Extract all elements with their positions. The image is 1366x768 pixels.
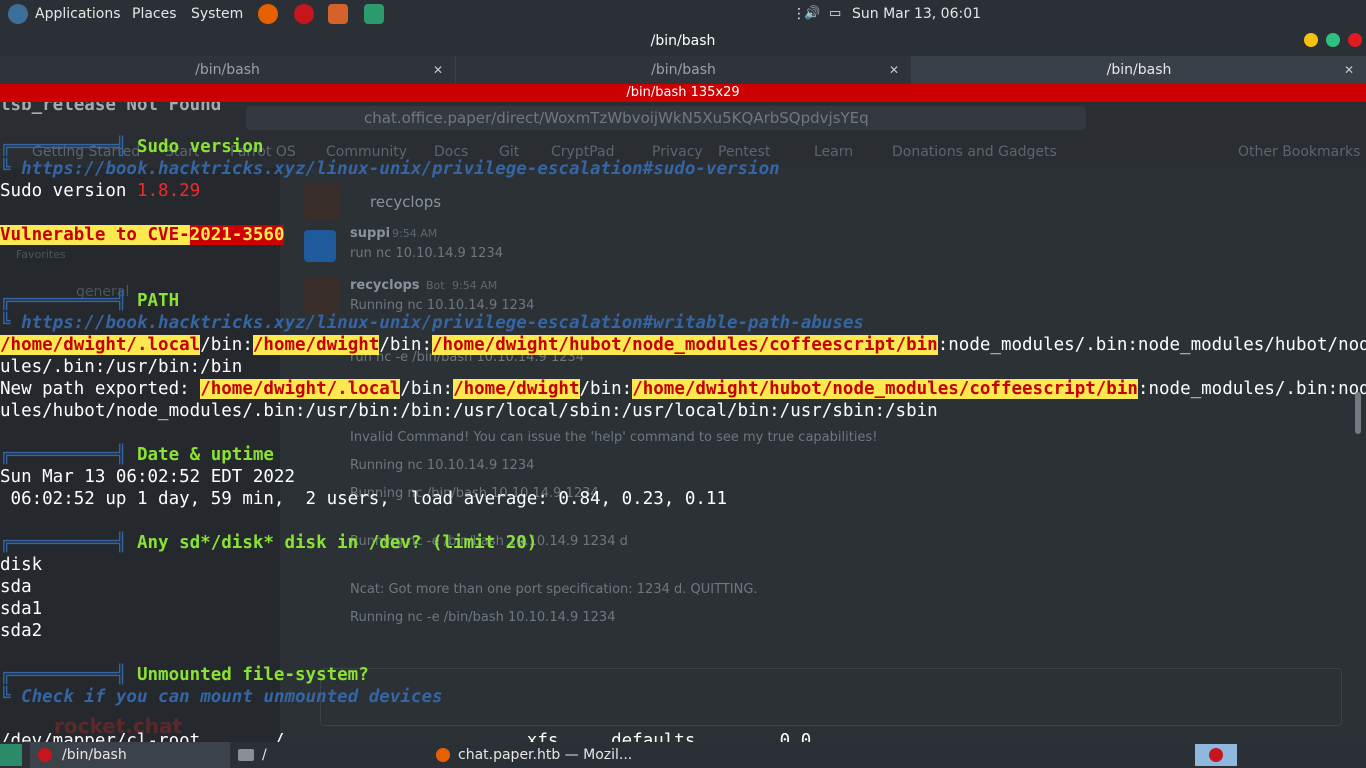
section-title: Date & uptime (136, 445, 274, 465)
path-line: /home/dwight/.local/bin:/home/dwight/bin… (0, 334, 1366, 356)
taskbar-label: / (262, 747, 267, 763)
path-line-cont: ules/.bin:/usr/bin:/bin (0, 357, 243, 377)
terminal-line: lsb_release Not Found (0, 102, 222, 115)
section-box: ╔══════════╣ (0, 533, 137, 553)
firefox-icon (436, 748, 450, 762)
clock[interactable]: Sun Mar 13, 06:01 (852, 0, 981, 28)
workspace-switcher[interactable] (1195, 744, 1237, 766)
link-text: https://book.hacktricks.xyz/linux-unix/p… (21, 313, 864, 333)
places-menu[interactable]: Places (132, 0, 177, 28)
parrot-red-icon (1209, 748, 1223, 762)
tab-label: /bin/bash (195, 62, 260, 78)
path-part: :node_modules/.bin:node_mod (1137, 379, 1366, 399)
section-box: ╚ (0, 313, 22, 333)
terminal-scrollbar[interactable] (1355, 392, 1361, 434)
taskbar: /bin/bash / chat.paper.htb — Mozil... (0, 742, 1366, 768)
parrot-menu-icon[interactable] (8, 4, 28, 24)
taskbar-label: chat.paper.htb — Mozil... (458, 747, 633, 763)
section-box: ╔══════════╣ (0, 291, 137, 311)
system-menu[interactable]: System (191, 0, 243, 28)
disk-entry: disk (0, 555, 43, 575)
tab-label: /bin/bash (651, 62, 716, 78)
close-icon[interactable]: ✕ (433, 56, 443, 84)
hacktricks-link: ╚ https://book.hacktricks.xyz/linux-unix… (0, 158, 780, 180)
firefox-icon[interactable] (258, 4, 278, 24)
section-box: ╚ (0, 159, 22, 179)
tab-bar: /bin/bash ✕ /bin/bash ✕ /bin/bash ✕ (0, 56, 1366, 84)
value: 1.8.29 (136, 181, 201, 201)
cve-id: 2021-3560 (189, 225, 285, 245)
minimize-button[interactable] (1304, 33, 1318, 47)
disk-entry: sda2 (0, 621, 43, 641)
display-icon[interactable]: ▭ (829, 0, 841, 28)
cve-line: Vulnerable to CVE-2021-3560 (0, 224, 285, 246)
close-icon[interactable]: ✕ (889, 56, 899, 84)
folder-icon (238, 749, 254, 761)
new-path-line: New path exported: /home/dwight/.local/b… (0, 378, 1366, 400)
taskbar-item-files[interactable]: / (234, 742, 424, 768)
label: New path exported: (0, 379, 201, 399)
disk-entry: sda1 (0, 599, 43, 619)
date-line: Sun Mar 13 06:02:52 EDT 2022 (0, 467, 296, 487)
close-window-button[interactable] (1348, 33, 1362, 47)
terminal-launcher-icon[interactable] (328, 4, 348, 24)
path-part: /home/dwight (453, 379, 580, 399)
taskbar-item-firefox[interactable]: chat.paper.htb — Mozil... (432, 742, 672, 768)
section-title: Unmounted file-system? (136, 665, 369, 685)
tab-1[interactable]: /bin/bash ✕ (0, 56, 456, 84)
section-box: ╚ (0, 687, 22, 707)
volume-icon[interactable]: 🔊 (804, 0, 820, 28)
section-header-disk: ╔══════════╣ Any sd*/disk* disk in /dev?… (0, 532, 537, 554)
hint-line: ╚ Check if you can mount unmounted devic… (0, 686, 443, 708)
window-title: /bin/bash (0, 28, 1366, 56)
path-part: /home/dwight/.local (0, 335, 201, 355)
top-panel: Applications Places System ⋮ 🔊 ▭ Sun Mar… (0, 0, 1366, 28)
section-title: Sudo version (136, 137, 264, 157)
section-title: PATH (136, 291, 180, 311)
home-folder-icon[interactable] (364, 4, 384, 24)
applications-menu[interactable]: Applications (35, 0, 121, 28)
path-part: /bin: (200, 335, 253, 355)
taskbar-item-terminal[interactable]: /bin/bash (30, 742, 230, 768)
path-part: /home/dwight/hubot/node_modules/coffeesc… (432, 335, 938, 355)
tab-3[interactable]: /bin/bash ✕ (912, 56, 1366, 84)
tab-label: /bin/bash (1106, 62, 1172, 78)
section-header-unmounted: ╔══════════╣ Unmounted file-system? (0, 664, 369, 686)
section-box: ╔══════════╣ (0, 137, 137, 157)
sudo-version-line: Sudo version 1.8.29 (0, 180, 200, 202)
parrot-red-icon[interactable] (294, 4, 314, 24)
close-icon[interactable]: ✕ (1344, 56, 1354, 84)
new-path-line-cont: ules/hubot/node_modules/.bin:/usr/bin:/b… (0, 401, 938, 421)
section-header-date: ╔══════════╣ Date & uptime (0, 444, 274, 466)
disk-entry: sda (0, 577, 32, 597)
maximize-button[interactable] (1326, 33, 1340, 47)
path-part: /home/dwight (252, 335, 380, 355)
path-part: /bin: (579, 379, 633, 399)
section-box: ╔══════════╣ (0, 665, 137, 685)
link-text: https://book.hacktricks.xyz/linux-unix/p… (21, 159, 780, 179)
uptime-line: 06:02:52 up 1 day, 59 min, 2 users, load… (0, 489, 727, 509)
show-desktop-button[interactable] (0, 744, 22, 766)
hacktricks-link: ╚ https://book.hacktricks.xyz/linux-unix… (0, 312, 864, 334)
fstab-line: /dev/mapper/cl-root / xfs defaults 0 0 (0, 731, 812, 742)
path-part: :node_modules/.bin:node_modules/hubot/no… (937, 335, 1366, 355)
path-part: /home/dwight/hubot/node_modules/coffeesc… (632, 379, 1138, 399)
label: Sudo version (0, 181, 137, 201)
taskbar-label: /bin/bash (62, 747, 127, 763)
terminal-size-bar: /bin/bash 135x29 (0, 84, 1366, 102)
section-box: ╔══════════╣ (0, 445, 137, 465)
section-header-sudo: ╔══════════╣ Sudo version (0, 136, 263, 158)
link-text: Check if you can mount unmounted devices (21, 687, 443, 707)
section-title: Any sd*/disk* disk in /dev? (limit 20) (136, 533, 538, 553)
path-part: /bin: (379, 335, 432, 355)
path-part: /bin: (400, 379, 454, 399)
section-header-path: ╔══════════╣ PATH (0, 290, 179, 312)
cve-prefix: Vulnerable to CVE- (0, 225, 190, 245)
path-part: /home/dwight/.local (200, 379, 401, 399)
parrot-red-icon (38, 748, 52, 762)
tab-2[interactable]: /bin/bash ✕ (456, 56, 912, 84)
terminal-output[interactable]: lsb_release Not Found ╔══════════╣ Sudo … (0, 102, 1366, 742)
